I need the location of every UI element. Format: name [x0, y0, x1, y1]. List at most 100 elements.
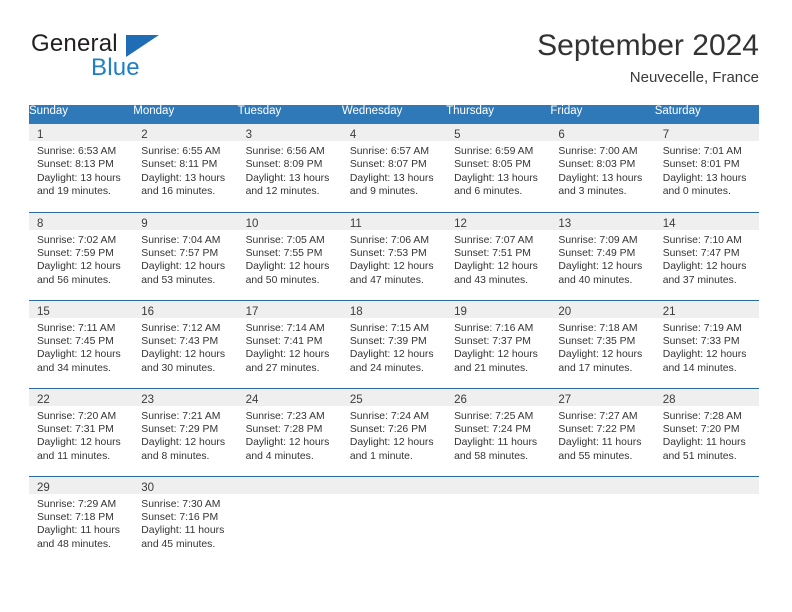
day-cell[interactable]: 28 Sunrise: 7:28 AM Sunset: 7:20 PM Dayl…: [654, 387, 759, 476]
day-cell[interactable]: 3 Sunrise: 6:56 AM Sunset: 8:09 PM Dayli…: [237, 124, 342, 212]
day-cell[interactable]: 14 Sunrise: 7:10 AM Sunset: 7:47 PM Dayl…: [654, 211, 759, 300]
day-details: Sunrise: 7:21 AM Sunset: 7:29 PM Dayligh…: [133, 406, 237, 464]
day-cell-empty: [550, 475, 655, 564]
day-number-band: 13: [550, 212, 655, 230]
sunset-text: Sunset: 7:28 PM: [245, 423, 323, 435]
daylight-text-line1: Daylight: 11 hours: [141, 525, 225, 537]
day-number-band: 14: [654, 212, 759, 230]
daylight-text-line1: Daylight: 13 hours: [662, 172, 747, 184]
day-details: Sunrise: 7:00 AM Sunset: 8:03 PM Dayligh…: [550, 141, 654, 199]
day-number-band: 3: [237, 124, 342, 141]
day-details: Sunrise: 7:14 AM Sunset: 7:41 PM Dayligh…: [238, 318, 342, 376]
day-cell[interactable]: 29 Sunrise: 7:29 AM Sunset: 7:18 PM Dayl…: [29, 475, 134, 564]
day-cell[interactable]: 2 Sunrise: 6:55 AM Sunset: 8:11 PM Dayli…: [133, 124, 238, 212]
daylight-text-line1: Daylight: 12 hours: [349, 437, 434, 449]
day-details: Sunrise: 7:01 AM Sunset: 8:01 PM Dayligh…: [655, 141, 759, 199]
day-cell[interactable]: 5 Sunrise: 6:59 AM Sunset: 8:05 PM Dayli…: [446, 124, 551, 212]
day-number: 14: [662, 217, 676, 230]
day-cell[interactable]: 25 Sunrise: 7:24 AM Sunset: 7:26 PM Dayl…: [341, 387, 447, 476]
day-details: Sunrise: 7:11 AM Sunset: 7:45 PM Dayligh…: [29, 318, 133, 376]
sunrise-text: Sunrise: 7:25 AM: [454, 410, 534, 422]
day-cell[interactable]: 15 Sunrise: 7:11 AM Sunset: 7:45 PM Dayl…: [29, 299, 134, 388]
day-cell[interactable]: 8 Sunrise: 7:02 AM Sunset: 7:59 PM Dayli…: [29, 211, 134, 300]
day-details: Sunrise: 7:28 AM Sunset: 7:20 PM Dayligh…: [655, 406, 759, 464]
daylight-text-line2: and 3 minutes.: [558, 186, 627, 198]
daylight-text-line1: Daylight: 12 hours: [558, 349, 643, 361]
day-number-band: 11: [341, 212, 447, 230]
day-details: Sunrise: 7:12 AM Sunset: 7:43 PM Dayligh…: [133, 318, 237, 376]
day-number: 13: [558, 217, 572, 230]
daylight-text-line1: Daylight: 12 hours: [245, 349, 330, 361]
calendar-header-row: Sunday Monday Tuesday Wednesday Thursday…: [29, 105, 759, 124]
sunset-text: Sunset: 7:41 PM: [245, 335, 323, 347]
day-cell[interactable]: 27 Sunrise: 7:27 AM Sunset: 7:22 PM Dayl…: [550, 387, 655, 476]
day-number: 30: [141, 481, 155, 494]
sunrise-text: Sunrise: 7:18 AM: [558, 322, 638, 334]
day-cell[interactable]: 20 Sunrise: 7:18 AM Sunset: 7:35 PM Dayl…: [550, 299, 655, 388]
day-cell[interactable]: 1 Sunrise: 6:53 AM Sunset: 8:13 PM Dayli…: [29, 124, 134, 212]
day-cell[interactable]: 24 Sunrise: 7:23 AM Sunset: 7:28 PM Dayl…: [237, 387, 342, 476]
day-cell[interactable]: 16 Sunrise: 7:12 AM Sunset: 7:43 PM Dayl…: [133, 299, 238, 388]
daylight-text-line2: and 48 minutes.: [37, 538, 111, 550]
daylight-text-line2: and 27 minutes.: [245, 362, 320, 374]
day-cell[interactable]: 10 Sunrise: 7:05 AM Sunset: 7:55 PM Dayl…: [237, 211, 342, 300]
day-cell[interactable]: 7 Sunrise: 7:01 AM Sunset: 8:01 PM Dayli…: [654, 124, 759, 212]
day-cell[interactable]: 12 Sunrise: 7:07 AM Sunset: 7:51 PM Dayl…: [446, 211, 551, 300]
day-of-week-header-tuesday: Tuesday: [237, 105, 342, 124]
day-cell[interactable]: 26 Sunrise: 7:25 AM Sunset: 7:24 PM Dayl…: [446, 387, 551, 476]
day-number-band: 1: [29, 124, 134, 141]
sunset-text: Sunset: 7:53 PM: [349, 247, 427, 259]
sunset-text: Sunset: 7:31 PM: [37, 423, 114, 435]
sunrise-text: Sunrise: 7:15 AM: [349, 322, 429, 334]
day-number: 10: [245, 217, 259, 230]
sunset-text: Sunset: 7:37 PM: [454, 335, 531, 347]
day-number: 7: [662, 129, 670, 141]
daylight-text-line1: Daylight: 13 hours: [349, 172, 434, 184]
day-cell-empty: [237, 475, 342, 564]
sunset-text: Sunset: 8:11 PM: [141, 159, 218, 171]
sunrise-sunset-calendar: Sunday Monday Tuesday Wednesday Thursday…: [29, 105, 759, 564]
day-number: 1: [37, 129, 44, 141]
day-number: 27: [558, 393, 572, 406]
day-cell[interactable]: 11 Sunrise: 7:06 AM Sunset: 7:53 PM Dayl…: [341, 211, 447, 300]
day-cell[interactable]: 6 Sunrise: 7:00 AM Sunset: 8:03 PM Dayli…: [550, 124, 655, 212]
logo-text-blue: Blue: [91, 54, 140, 81]
daylight-text-line2: and 34 minutes.: [37, 362, 111, 374]
day-cell[interactable]: 22 Sunrise: 7:20 AM Sunset: 7:31 PM Dayl…: [29, 387, 134, 476]
day-cell[interactable]: 13 Sunrise: 7:09 AM Sunset: 7:49 PM Dayl…: [550, 211, 655, 300]
daylight-text-line2: and 56 minutes.: [37, 274, 111, 286]
day-number-band: 30: [133, 476, 238, 494]
day-cell[interactable]: 9 Sunrise: 7:04 AM Sunset: 7:57 PM Dayli…: [133, 211, 238, 300]
day-cell[interactable]: 4 Sunrise: 6:57 AM Sunset: 8:07 PM Dayli…: [341, 124, 447, 212]
day-number: 29: [37, 481, 50, 494]
sunrise-text: Sunrise: 7:02 AM: [37, 234, 117, 246]
day-number: 19: [454, 305, 467, 318]
day-details: Sunrise: 6:59 AM Sunset: 8:05 PM Dayligh…: [446, 141, 550, 199]
day-cell[interactable]: 23 Sunrise: 7:21 AM Sunset: 7:29 PM Dayl…: [133, 387, 238, 476]
day-number-band: [446, 476, 551, 494]
day-details: Sunrise: 7:24 AM Sunset: 7:26 PM Dayligh…: [342, 406, 446, 464]
sunrise-text: Sunrise: 7:29 AM: [37, 498, 117, 510]
day-cell[interactable]: 19 Sunrise: 7:16 AM Sunset: 7:37 PM Dayl…: [446, 299, 551, 388]
daylight-text-line2: and 12 minutes.: [245, 186, 320, 198]
day-cell[interactable]: 30 Sunrise: 7:30 AM Sunset: 7:16 PM Dayl…: [133, 475, 238, 564]
day-cell[interactable]: 17 Sunrise: 7:14 AM Sunset: 7:41 PM Dayl…: [237, 299, 342, 388]
day-number-band: 20: [550, 300, 655, 318]
daylight-text-line1: Daylight: 12 hours: [662, 261, 747, 273]
day-number-band: [237, 476, 342, 494]
day-number: 16: [141, 305, 155, 318]
daylight-text-line1: Daylight: 11 hours: [454, 437, 538, 449]
sunset-text: Sunset: 8:07 PM: [349, 159, 427, 171]
sunset-text: Sunset: 7:26 PM: [349, 423, 427, 435]
day-cell[interactable]: 18 Sunrise: 7:15 AM Sunset: 7:39 PM Dayl…: [341, 299, 447, 388]
sunset-text: Sunset: 7:24 PM: [454, 423, 531, 435]
day-cell-empty: [654, 475, 759, 564]
daylight-text-line2: and 47 minutes.: [349, 274, 424, 286]
daylight-text-line1: Daylight: 11 hours: [662, 437, 746, 449]
daylight-text-line2: and 51 minutes.: [662, 450, 737, 462]
day-number: 15: [37, 305, 50, 318]
day-cell[interactable]: 21 Sunrise: 7:19 AM Sunset: 7:33 PM Dayl…: [654, 299, 759, 388]
day-details: Sunrise: 6:57 AM Sunset: 8:07 PM Dayligh…: [342, 141, 446, 199]
calendar-week-row: 29 Sunrise: 7:29 AM Sunset: 7:18 PM Dayl…: [29, 475, 759, 564]
day-number: 6: [558, 129, 565, 141]
